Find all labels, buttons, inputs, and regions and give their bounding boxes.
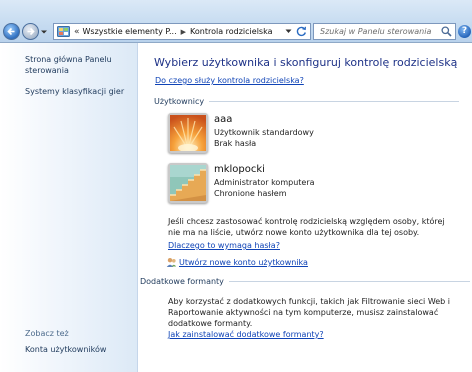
back-button[interactable] <box>3 23 20 40</box>
install-controls-link[interactable]: Jak zainstalować dodatkowe formanty? <box>168 330 324 339</box>
users-heading: Użytkownicy <box>154 97 205 106</box>
user-tile-mklopocki[interactable]: mklopocki Administrator komputera Chroni… <box>168 163 438 207</box>
sidebar-item-game-ratings[interactable]: Systemy klasyfikacji gier <box>25 86 124 97</box>
search-box[interactable] <box>313 23 456 40</box>
breadcrumb-overflow[interactable]: « <box>74 27 80 37</box>
sidebar-item-user-accounts[interactable]: Konta użytkowników <box>25 344 106 355</box>
arrow-left-icon <box>7 27 15 36</box>
user-name[interactable]: aaa <box>214 114 232 125</box>
address-dropdown-icon[interactable] <box>285 29 292 34</box>
user-tile-aaa[interactable]: aaa Użytkownik standardowy Brak hasła <box>168 113 438 157</box>
user-role: Administrator komputera <box>214 178 315 187</box>
create-account-link-label[interactable]: Utwórz nowe konto użytkownika <box>179 258 308 267</box>
section-divider <box>209 101 459 102</box>
what-is-parental-control-link[interactable]: Do czego służy kontrola rodzicielska? <box>155 76 304 85</box>
stairs-avatar-icon <box>170 165 206 201</box>
recent-pages-dropdown-icon[interactable] <box>40 29 48 35</box>
flower-avatar-icon <box>170 115 206 151</box>
user-name[interactable]: mklopocki <box>214 164 265 175</box>
control-panel-icon <box>57 26 70 37</box>
additional-controls-section-header: Dodatkowe formanty <box>140 277 470 286</box>
search-icon[interactable] <box>441 26 452 37</box>
navigation-bar: « Wszystkie elementy P... ▶ Kontrola rod… <box>0 0 472 43</box>
why-password-link[interactable]: Dlaczego to wymaga hasła? <box>168 241 280 250</box>
see-also-heading: Zobacz też <box>25 329 69 338</box>
address-bar[interactable]: « Wszystkie elementy P... ▶ Kontrola rod… <box>53 23 311 40</box>
forward-button[interactable] <box>22 23 39 40</box>
user-avatar[interactable] <box>168 163 208 203</box>
create-account-info-text: Jeśli chcesz zastosować kontrolę rodzici… <box>168 217 445 237</box>
breadcrumb-separator-icon[interactable]: ▶ <box>181 28 186 36</box>
create-account-link[interactable]: Utwórz nowe konto użytkownika <box>166 257 308 268</box>
arrow-right-icon <box>27 27 35 36</box>
add-user-icon <box>166 258 177 267</box>
search-input[interactable] <box>314 27 441 36</box>
additional-controls-heading: Dodatkowe formanty <box>140 277 224 286</box>
sidebar: Strona główna Panelu sterowania Systemy … <box>0 43 138 372</box>
page-title: Wybierz użytkownika i skonfiguruj kontro… <box>154 56 458 69</box>
user-avatar[interactable] <box>168 113 208 153</box>
sidebar-item-control-panel-home[interactable]: Strona główna Panelu sterowania <box>25 54 112 76</box>
additional-controls-text: Aby korzystać z dodatkowych funkcji, tak… <box>168 297 451 328</box>
main-content: Wybierz użytkownika i skonfiguruj kontro… <box>138 43 472 372</box>
user-role: Użytkownik standardowy <box>214 128 314 137</box>
refresh-icon[interactable] <box>296 26 307 37</box>
section-divider <box>228 281 470 282</box>
user-password-status: Brak hasła <box>214 139 257 148</box>
breadcrumb-all-items[interactable]: Wszystkie elementy P... <box>83 27 177 36</box>
help-icon[interactable]: ? <box>458 25 471 38</box>
user-password-status: Chronione hasłem <box>214 189 287 198</box>
users-section-header: Użytkownicy <box>154 97 459 106</box>
breadcrumb-parental-controls[interactable]: Kontrola rodzicielska <box>190 27 272 36</box>
